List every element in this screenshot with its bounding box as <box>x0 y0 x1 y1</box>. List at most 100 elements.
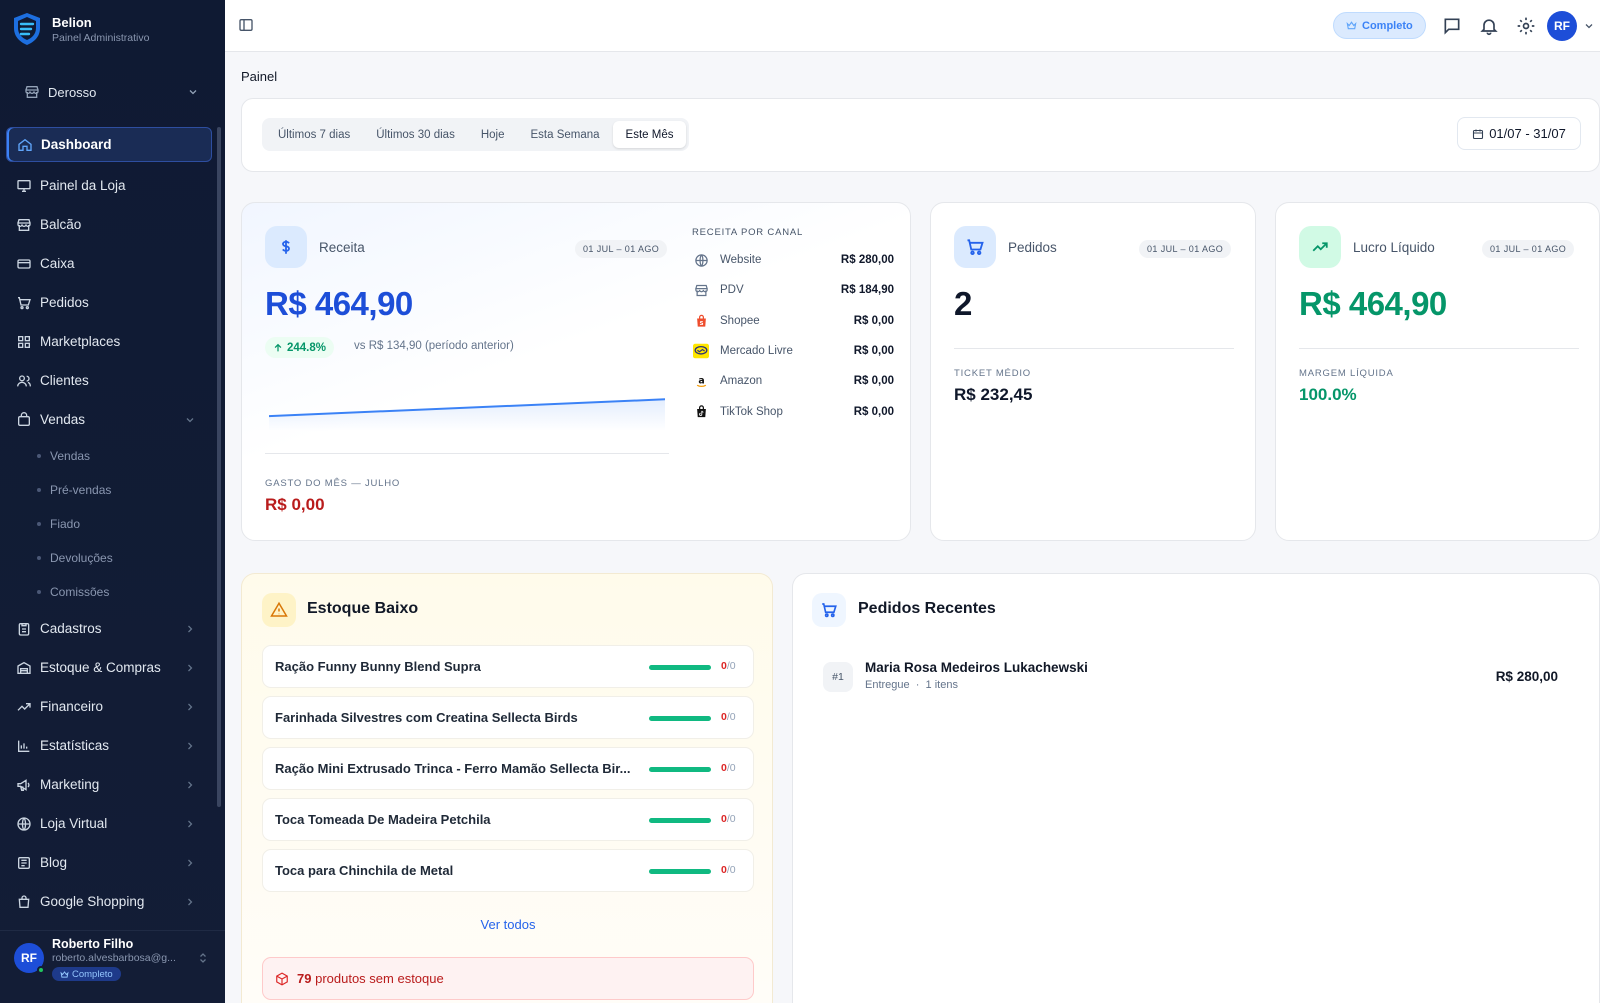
store-selector[interactable]: Derosso <box>24 80 199 104</box>
sidebar-item-label: Marketplaces <box>40 334 121 349</box>
sidebar-item-estatisticas[interactable]: Estatísticas <box>6 726 212 765</box>
stock-quantity: 0/0 <box>721 813 736 825</box>
gear-icon[interactable] <box>1516 16 1536 36</box>
plan-badge: Completo <box>52 967 121 981</box>
plan-button[interactable]: Completo <box>1333 12 1426 39</box>
store-icon <box>25 86 39 98</box>
low-stock-item[interactable]: Toca Tomeada De Madeira Petchila 0/0 <box>262 798 754 841</box>
chevron-down-icon <box>189 90 197 95</box>
channel-value: R$ 0,00 <box>853 345 894 358</box>
low-stock-item[interactable]: Farinhada Silvestres com Creatina Sellec… <box>262 696 754 739</box>
store-selector-label: Derosso <box>48 84 97 100</box>
tab-last-30-days[interactable]: Últimos 30 dias <box>363 121 468 148</box>
brand-subtitle: Painel Administrativo <box>52 31 150 44</box>
user-name: Roberto Filho <box>52 937 134 951</box>
sidebar-item-label: Balcão <box>40 217 82 232</box>
shield-logo-icon <box>14 13 40 45</box>
globe-icon <box>694 253 708 267</box>
user-email: roberto.alvesbarbosa@g... <box>52 952 176 964</box>
monthly-spent-value: R$ 0,00 <box>265 495 325 514</box>
sidebar-item-estoque-compras[interactable]: Estoque & Compras <box>6 648 212 687</box>
home-icon <box>18 138 32 151</box>
bar-chart-icon <box>18 740 30 752</box>
brand[interactable]: Belion Painel Administrativo <box>12 12 149 46</box>
sidebar-item-financeiro[interactable]: Financeiro <box>6 687 212 726</box>
tab-today[interactable]: Hoje <box>468 121 518 148</box>
sidebar-item-label: Dashboard <box>41 137 112 152</box>
chevron-right-icon <box>188 742 193 749</box>
sidebar-item-marketing[interactable]: Marketing <box>6 765 212 804</box>
sidebar-item-loja-virtual[interactable]: Loja Virtual <box>6 804 212 843</box>
sidebar-subitem-comissoes[interactable]: Comissões <box>6 575 212 609</box>
product-name: Toca para Chinchila de Metal <box>275 863 454 878</box>
sidebar-subitem-devolucoes[interactable]: Devoluções <box>6 541 212 575</box>
stock-min: 0 <box>729 660 736 672</box>
tab-last-7-days[interactable]: Últimos 7 dias <box>265 121 363 148</box>
sidebar-item-dashboard[interactable]: Dashboard <box>6 127 212 162</box>
sidebar-item-vendas[interactable]: Vendas <box>6 400 212 439</box>
sidebar-item-label: Vendas <box>40 412 86 427</box>
plan-badge-label: Completo <box>72 968 113 980</box>
sidebar-item-clientes[interactable]: Clientes <box>6 361 212 400</box>
monthly-spent-label: GASTO DO MÊS — JULHO <box>265 478 401 489</box>
message-icon[interactable] <box>1442 16 1462 36</box>
date-range-button[interactable]: 01/07 - 31/07 <box>1457 117 1581 150</box>
user-menu[interactable]: RF Roberto Filho roberto.alvesbarbosa@g.… <box>0 930 225 1003</box>
sidebar-item-google-shopping[interactable]: Google Shopping <box>6 882 212 921</box>
sidebar-subitem-vendas[interactable]: Vendas <box>6 439 212 473</box>
calendar-icon <box>1473 129 1484 139</box>
globe-icon <box>17 816 31 831</box>
see-all-link[interactable]: Ver todos <box>242 917 774 932</box>
sidebar-item-caixa[interactable]: Caixa <box>6 244 212 283</box>
period-filter: Últimos 7 dias Últimos 30 dias Hoje Esta… <box>241 98 1600 172</box>
period-tabs: Últimos 7 dias Últimos 30 dias Hoje Esta… <box>262 118 690 151</box>
arrow-up-icon <box>274 343 282 351</box>
stock-min: 0 <box>729 762 736 774</box>
revenue-by-channel: RECEITA POR CANAL Website R$ 280,00 PDV … <box>692 227 894 427</box>
revenue-growth-badge: 244.8% <box>265 337 335 358</box>
stock-quantity: 0/0 <box>721 864 736 876</box>
package-icon <box>276 971 288 986</box>
sidebar-item-cadastros[interactable]: Cadastros <box>6 609 212 648</box>
sidebar-subitem-fiado[interactable]: Fiado <box>6 507 212 541</box>
low-stock-title: Estoque Baixo <box>307 600 419 617</box>
order-row[interactable]: #1 Maria Rosa Medeiros Lukachewski Entre… <box>823 658 1558 696</box>
low-stock-icon-box <box>262 593 296 627</box>
order-amount: R$ 280,00 <box>1495 669 1558 684</box>
low-stock-item[interactable]: Toca para Chinchila de Metal 0/0 <box>262 849 754 892</box>
channel-row-tiktok-shop: TikTok Shop R$ 0,00 <box>692 396 894 426</box>
sidebar-item-pedidos[interactable]: Pedidos <box>6 283 212 322</box>
user-avatar[interactable]: RF <box>1547 11 1577 41</box>
newspaper-icon <box>18 856 30 869</box>
sidebar: Belion Painel Administrativo Derosso Das… <box>0 0 225 1003</box>
revenue-card: Receita 01 JUL – 01 AGO R$ 464,90 244.8%… <box>241 202 911 541</box>
revenue-growth-value: 244.8% <box>287 341 327 354</box>
sidebar-subitem-label: Devoluções <box>50 551 113 565</box>
revenue-comparison: vs R$ 134,90 (período anterior) <box>354 340 514 352</box>
shopee-icon: S <box>696 314 706 326</box>
profit-divider <box>1299 348 1579 349</box>
sidebar-scrollbar[interactable] <box>217 127 221 807</box>
stock-level-bar <box>649 818 711 823</box>
channel-value: R$ 184,90 <box>840 284 894 297</box>
sidebar-item-blog[interactable]: Blog <box>6 843 212 882</box>
wallet-icon <box>17 258 31 269</box>
sidebar-subitem-pre-vendas[interactable]: Pré-vendas <box>6 473 212 507</box>
channel-name: Mercado Livre <box>720 345 793 358</box>
tab-this-week[interactable]: Esta Semana <box>518 121 613 148</box>
chevron-down-icon[interactable] <box>1583 20 1595 32</box>
sidebar-item-balcao[interactable]: Balcão <box>6 205 212 244</box>
tab-this-month[interactable]: Este Mês <box>612 121 687 148</box>
sidebar-toggle-icon[interactable] <box>238 17 254 33</box>
out-of-stock-alert[interactable]: 79 produtos sem estoque <box>262 957 754 1000</box>
shopping-bag-icon <box>18 894 30 908</box>
low-stock-item[interactable]: Ração Mini Extrusado Trinca - Ferro Mamã… <box>262 747 754 790</box>
low-stock-item[interactable]: Ração Funny Bunny Blend Supra 0/0 <box>262 645 754 688</box>
sidebar-item-label: Blog <box>40 855 68 870</box>
margin-value: 100.0% <box>1299 385 1357 404</box>
sidebar-item-painel-da-loja[interactable]: Painel da Loja <box>6 166 212 205</box>
stock-min: 0 <box>729 813 736 825</box>
channel-name: Shopee <box>720 314 760 327</box>
sidebar-item-marketplaces[interactable]: Marketplaces <box>6 322 212 361</box>
bell-icon[interactable] <box>1479 16 1499 36</box>
